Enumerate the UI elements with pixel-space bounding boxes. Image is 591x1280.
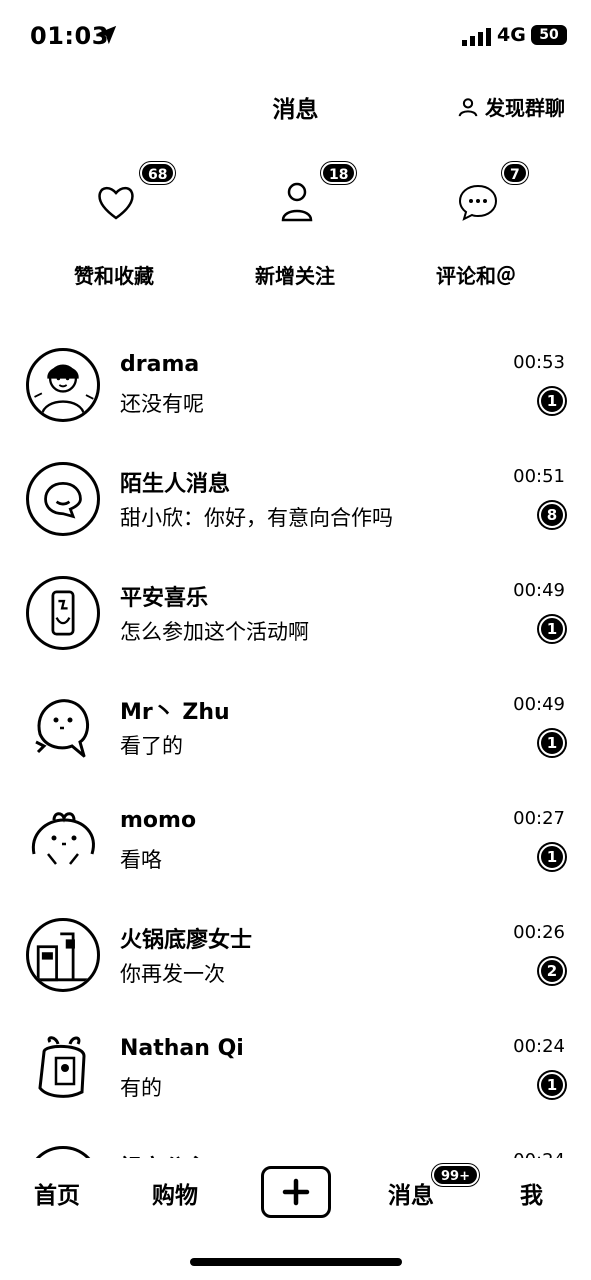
likes-badge: 68	[140, 162, 176, 184]
plus-icon	[282, 1178, 310, 1206]
unread-badge: 1	[539, 1072, 565, 1098]
conversation-time: 00:26	[513, 922, 565, 943]
discover-label: 发现群聊	[485, 96, 565, 120]
conversation-time: 00:27	[513, 808, 565, 829]
conversation-name: Nathan Qi	[120, 1036, 244, 1061]
quick-entries: 68 赞和收藏 18 新增关注 7 评论和＠	[0, 150, 591, 300]
followers-label: 新增关注	[255, 264, 335, 288]
comment-icon	[458, 184, 498, 221]
conversation-item[interactable]: 火锅底廖女士 你再发一次 00:26 2	[0, 888, 591, 1002]
followers-badge: 18	[321, 162, 357, 184]
nav-home[interactable]: 首页	[34, 1176, 80, 1210]
conversation-time: 00:24	[513, 1036, 565, 1057]
signal-icon	[462, 28, 491, 46]
header: 消息 发现群聊	[0, 72, 591, 140]
conversation-time: 00:49	[513, 694, 565, 715]
home-indicator	[190, 1258, 402, 1266]
avatar	[26, 918, 100, 992]
conversation-time: 00:24	[513, 1150, 565, 1158]
discover-group-chat-button[interactable]: 发现群聊	[457, 92, 565, 121]
avatar	[26, 576, 100, 650]
new-followers-entry[interactable]: 18 新增关注	[205, 150, 385, 300]
add-post-button[interactable]	[261, 1166, 331, 1218]
conversation-name: 陌生人消息	[120, 472, 231, 497]
conversation-preview: 看咯	[120, 848, 162, 872]
conversation-name: 平安喜乐	[120, 586, 209, 611]
bottom-nav: 首页 购物 消息 99+ 我	[0, 1158, 591, 1228]
likes-label: 赞和收藏	[74, 264, 154, 288]
conversation-preview: 还没有呢	[120, 392, 204, 416]
conversation-item[interactable]: Mr丶 Zhu 看了的 00:49 1	[0, 660, 591, 774]
avatar	[26, 1146, 100, 1158]
avatar	[26, 804, 100, 878]
messages-badge: 99+	[432, 1164, 479, 1186]
person-icon	[281, 182, 313, 222]
conversation-time: 00:49	[513, 580, 565, 601]
avatar	[26, 462, 100, 536]
conversation-item[interactable]: 祖安公主 00:24	[0, 1116, 591, 1158]
conversation-preview: 怎么参加这个活动啊	[120, 620, 309, 644]
conversation-list: drama 还没有呢 00:53 1 陌生人消息 甜小欣：你好，有意向合作吗 0…	[0, 318, 591, 1158]
conversation-item[interactable]: 平安喜乐 怎么参加这个活动啊 00:49 1	[0, 546, 591, 660]
unread-badge: 1	[539, 730, 565, 756]
nav-messages[interactable]: 消息	[388, 1176, 434, 1210]
conversation-preview: 甜小欣：你好，有意向合作吗	[120, 506, 393, 530]
avatar	[26, 348, 100, 422]
location-arrow-icon	[97, 25, 117, 45]
conversation-item[interactable]: momo 看咯 00:27 1	[0, 774, 591, 888]
heart-icon	[98, 186, 134, 220]
status-bar: 01:03 4G 50	[0, 0, 591, 72]
conversation-item[interactable]: drama 还没有呢 00:53 1	[0, 318, 591, 432]
unread-badge: 2	[539, 958, 565, 984]
conversation-name: 火锅底廖女士	[120, 928, 253, 953]
network-type: 4G	[497, 24, 526, 46]
nav-me[interactable]: 我	[520, 1176, 543, 1210]
comments-and-mentions-entry[interactable]: 7 评论和＠	[386, 150, 566, 300]
conversation-time: 00:51	[513, 466, 565, 487]
conversation-preview: 有的	[120, 1076, 162, 1100]
conversation-name: 祖安公主	[120, 1150, 208, 1158]
battery-icon: 50	[531, 25, 567, 45]
person-outline-icon	[458, 97, 478, 116]
conversation-name: momo	[120, 808, 197, 833]
unread-badge: 1	[539, 844, 565, 870]
unread-badge: 1	[539, 388, 565, 414]
nav-shop[interactable]: 购物	[152, 1176, 198, 1210]
avatar	[26, 1032, 100, 1106]
unread-badge: 1	[539, 616, 565, 642]
comments-label: 评论和＠	[436, 264, 516, 288]
conversation-item[interactable]: 陌生人消息 甜小欣：你好，有意向合作吗 00:51 8	[0, 432, 591, 546]
conversation-name: Mr丶 Zhu	[120, 700, 230, 725]
likes-and-collects-entry[interactable]: 68 赞和收藏	[24, 150, 204, 300]
conversation-item[interactable]: Nathan Qi 有的 00:24 1	[0, 1002, 591, 1116]
conversation-name: drama	[120, 352, 200, 377]
conversation-preview: 你再发一次	[120, 962, 225, 986]
conversation-preview: 看了的	[120, 734, 183, 758]
conversation-time: 00:53	[513, 352, 565, 373]
unread-badge: 8	[539, 502, 565, 528]
comments-badge: 7	[502, 162, 528, 184]
avatar	[26, 690, 100, 764]
